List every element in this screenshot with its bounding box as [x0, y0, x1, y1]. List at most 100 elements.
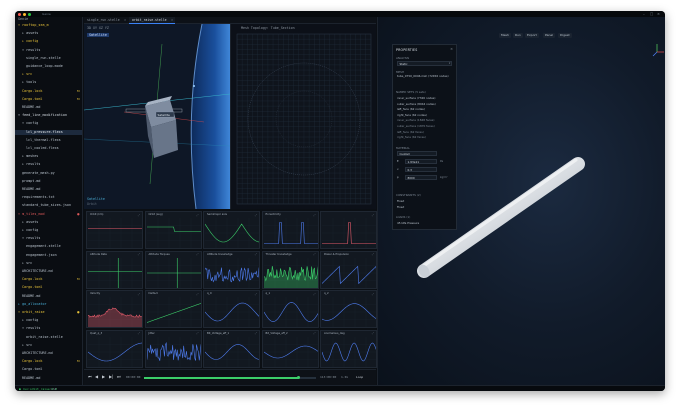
named-set-item[interactable]: right_face (62 nodes) [397, 113, 427, 117]
telemetry-plot[interactable]: Attitude Torques ⤢ [144, 250, 202, 289]
constraints-section[interactable]: CONSTRAINTS (2) [396, 193, 421, 197]
telemetry-plot[interactable]: Semimajor axis ⤢ [203, 211, 260, 249]
tree-item[interactable]: ▾ config [22, 121, 38, 126]
expand-plot-icon[interactable]: ⤢ [372, 252, 374, 256]
window-restore-icon[interactable]: □ [650, 12, 653, 16]
tree-item[interactable]: ▸ meshes [22, 154, 38, 159]
satellite-model[interactable] [145, 96, 178, 158]
telemetry-plot[interactable]: q_0 ⤢ [203, 290, 260, 328]
expand-plot-icon[interactable]: ⤢ [313, 331, 315, 335]
tree-item[interactable]: engagement.stelle [26, 244, 61, 249]
expand-plot-icon[interactable]: ⤢ [255, 331, 257, 335]
tree-item[interactable]: Cargo.lock [22, 89, 42, 94]
lsp-status[interactable]: LSP [51, 387, 56, 391]
expand-plot-icon[interactable]: ⤢ [138, 252, 140, 256]
material-field-input[interactable]: 8000 [405, 175, 437, 180]
tree-item[interactable]: ▾ results [22, 48, 40, 53]
tree-item[interactable]: ▸ src [22, 72, 32, 77]
expand-plot-icon[interactable]: ⤢ [138, 292, 140, 296]
loop-toggle[interactable]: Loop [356, 375, 363, 379]
tree-item[interactable]: Cargo.toml [22, 367, 42, 372]
telemetry-plot[interactable]: Bit_Voltage_eff_1 ⤢ [203, 329, 260, 368]
telemetry-plot[interactable]: Velocity ⤢ [86, 290, 143, 328]
minimize-window-button[interactable] [23, 12, 26, 16]
mesh-topology-view[interactable]: Mesh Topology: Tube_Section [230, 24, 376, 209]
tab-close-icon[interactable]: × [124, 17, 126, 24]
constraint-item[interactable]: Fixed [397, 205, 404, 209]
material-field-input[interactable]: 1.93e11 [405, 159, 437, 164]
tree-item[interactable]: ▾ feed_line_modification [18, 113, 67, 118]
tree-item[interactable]: ▸ src [22, 261, 32, 266]
window-minimize-icon[interactable]: – [643, 12, 645, 16]
skip-forward-icon[interactable]: ⏭ [117, 374, 121, 379]
tree-item[interactable]: ▸ go_allocator [18, 302, 47, 307]
tree-item[interactable]: lcl_thermal.flexs [26, 138, 61, 143]
tree-item[interactable]: ▾ results [22, 236, 40, 241]
named-set-item[interactable]: right_face (62 faces) [397, 135, 426, 139]
tab-close-icon[interactable]: × [171, 17, 173, 24]
tree-item[interactable]: README.md [22, 294, 40, 299]
expand-plot-icon[interactable]: ⤢ [255, 252, 257, 256]
tree-item[interactable]: Cargo.lock [22, 277, 42, 282]
tree-item[interactable]: ▸ tools [22, 80, 36, 85]
telemetry-plot[interactable]: Anomalous_deg ⤢ [320, 329, 377, 368]
telemetry-plot[interactable]: Thruster Knowledge ⤢ [261, 250, 319, 289]
tree-item[interactable]: lcl_pressure.flexs [26, 130, 63, 135]
constraint-item[interactable]: Fixed [397, 199, 404, 203]
tree-item[interactable]: README.md [22, 376, 40, 381]
telemetry-plot[interactable]: Eccentricity ⤢ [261, 211, 319, 249]
close-window-button[interactable] [18, 12, 21, 16]
tree-item[interactable]: standard_tube_sizes.json [22, 203, 71, 208]
expand-plot-icon[interactable]: ⤢ [138, 213, 140, 217]
telemetry-plot[interactable]: Orbit (km) ⤢ [86, 211, 143, 249]
material-field-input[interactable]: 0.3 [405, 167, 437, 172]
expand-plot-icon[interactable]: ⤢ [255, 213, 257, 217]
named-set-item[interactable]: inner_surface (1848 faces) [397, 118, 434, 122]
telemetry-plot[interactable]: Attitude Knowledge ⤢ [203, 250, 260, 289]
analysis-select[interactable]: Static [397, 61, 452, 66]
editor-tab[interactable]: orbit_raise.stelle × [129, 17, 175, 24]
tree-item[interactable]: ARCHITECTURE.md [22, 269, 53, 274]
tree-item[interactable]: engagement.json [26, 253, 57, 258]
material-select[interactable]: Custom [397, 151, 437, 156]
telemetry-plot[interactable]: ⤢ [320, 211, 377, 249]
tree-item[interactable]: prompt.md [22, 179, 40, 184]
telemetry-plot[interactable]: Quat_q_3 ⤢ [86, 329, 143, 368]
editor-tab[interactable]: single_run.stelle × [84, 17, 128, 24]
named-set-item[interactable]: inner_surface (7326 nodes) [397, 96, 435, 100]
tree-item[interactable]: ▸ config [22, 318, 38, 323]
telemetry-plot[interactable]: Jitter ⤢ [144, 329, 202, 368]
playback-speed[interactable]: 1.0x [341, 375, 348, 379]
tree-item[interactable]: orbit_raise.stelle [26, 335, 63, 340]
expand-plot-icon[interactable]: ⤢ [372, 213, 374, 217]
tree-item[interactable]: requirements.txt [22, 195, 55, 200]
tree-item[interactable]: single_run.stelle [26, 56, 61, 61]
telemetry-plot[interactable]: Delta-V ⤢ [144, 290, 202, 328]
telemetry-plot[interactable]: q_2 ⤢ [320, 290, 377, 328]
named-set-item[interactable]: left_face (62 faces) [397, 130, 424, 134]
tree-item[interactable]: README.md [22, 187, 40, 192]
tree-item[interactable]: ▾ rooftop_sea_m [18, 23, 49, 28]
tree-item[interactable]: Cargo.toml [22, 285, 42, 290]
named-set-item[interactable]: left_face (62 nodes) [397, 107, 425, 111]
window-close-icon[interactable]: × [657, 12, 660, 16]
expand-plot-icon[interactable]: ⤢ [313, 252, 315, 256]
tree-item[interactable]: lcl_cooled.flexs [26, 146, 59, 151]
tree-item[interactable]: guidance_loop.mode [26, 64, 63, 69]
tree-item[interactable]: ▸ src [22, 343, 32, 348]
properties-close-icon[interactable]: × [450, 47, 453, 51]
tree-item[interactable]: Cargo.toml [22, 97, 42, 102]
step-back-icon[interactable]: ◀ [95, 374, 98, 379]
skip-back-icon[interactable]: ⏮ [88, 374, 92, 379]
step-forward-icon[interactable]: ▶| [109, 374, 113, 379]
tree-item[interactable]: ▸ assets [22, 220, 38, 225]
tree-item[interactable]: ▾ m_tiles_mod [18, 212, 45, 217]
telemetry-plot[interactable]: Bit_Voltage_eff_2 ⤢ [261, 329, 319, 368]
tree-item[interactable]: ▸ results [22, 162, 40, 167]
tree-item[interactable]: generate_mesh.py [22, 171, 55, 176]
tree-item[interactable]: ▸ config [22, 39, 38, 44]
tree-item[interactable]: Cargo.lock [22, 359, 42, 364]
expand-plot-icon[interactable]: ⤢ [138, 331, 140, 335]
tree-item[interactable]: README.md [22, 105, 40, 110]
tree-item[interactable]: ▾ orbit_raise [18, 310, 45, 315]
